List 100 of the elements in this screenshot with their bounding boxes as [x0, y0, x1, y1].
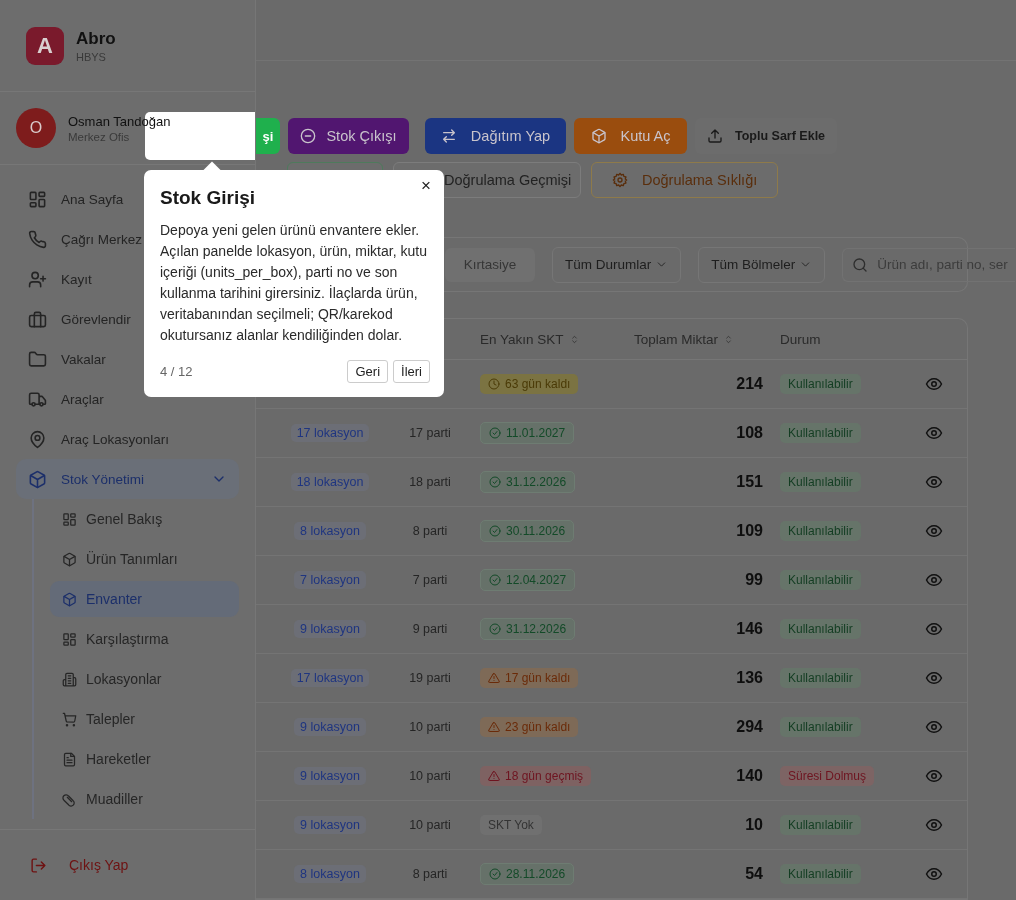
expiry-badge: SKT Yok: [480, 815, 542, 835]
batch-count: 9 parti: [412, 622, 448, 636]
location-count[interactable]: 9 lokasyon: [294, 620, 366, 638]
quantity: 10: [745, 816, 763, 833]
status-badge: Kullanılabilir: [780, 864, 861, 884]
status-badge: Kullanılabilir: [780, 619, 861, 639]
cube-icon: [62, 551, 77, 567]
status-badge: Kullanılabilir: [780, 374, 861, 394]
sidebar-subitem[interactable]: Muadiller: [50, 781, 239, 817]
action-button[interactable]: Dağıtım Yap: [425, 118, 566, 154]
briefcase-icon: [28, 309, 47, 329]
sidebar-subitem[interactable]: Hareketler: [50, 741, 239, 777]
expiry-badge: 23 gün kaldı: [480, 717, 579, 737]
action-button[interactable]: Stok Çıkışı: [288, 118, 409, 154]
quantity: 294: [736, 718, 763, 735]
location-count[interactable]: 8 lokasyon: [294, 865, 366, 883]
eye-icon[interactable]: [924, 375, 943, 393]
filter-dropdown[interactable]: Tüm Bölmeler: [698, 246, 826, 283]
status-badge: Kullanılabilir: [780, 717, 861, 737]
status-badge: Kullanılabilir: [780, 570, 861, 590]
eye-icon[interactable]: [924, 522, 943, 540]
quantity: 109: [736, 522, 763, 539]
quantity: 151: [736, 473, 763, 490]
sidebar-item[interactable]: Araç Lokasyonları: [16, 419, 239, 459]
column-header[interactable]: Toplam Miktar: [624, 331, 768, 347]
location-count[interactable]: 9 lokasyon: [294, 767, 366, 785]
check-circle-icon: [489, 868, 501, 880]
minus-circle-icon: [300, 128, 317, 144]
check-circle-icon: [489, 574, 501, 586]
logout-link[interactable]: Çıkış Yap: [0, 829, 255, 900]
back-button[interactable]: Geri: [347, 360, 389, 383]
cube-icon: [28, 469, 47, 489]
warning-icon: [488, 721, 500, 733]
check-circle-icon: [489, 427, 501, 439]
column-header[interactable]: Durum: [768, 331, 900, 347]
column-header[interactable]: En Yakın SKT: [456, 331, 624, 347]
filter-chip[interactable]: Kırtasiye: [445, 247, 535, 282]
sidebar-item[interactable]: Stok Yönetimi: [16, 459, 239, 499]
batch-count: 8 parti: [412, 524, 448, 538]
expiry-badge: 63 gün kaldı: [480, 374, 579, 394]
quantity: 140: [736, 767, 763, 784]
cube-icon: [590, 128, 607, 144]
app-name: Abro: [76, 28, 116, 49]
stock-in-button[interactable]: şi: [256, 118, 280, 154]
swap-arrows-icon: [440, 128, 457, 144]
location-count[interactable]: 17 lokasyon: [290, 424, 370, 442]
quantity: 146: [736, 620, 763, 637]
app-logo: A: [26, 26, 64, 65]
cube-icon: [62, 591, 77, 607]
eye-icon[interactable]: [924, 571, 943, 589]
cart-icon: [62, 711, 77, 727]
status-badge: Kullanılabilir: [780, 521, 861, 541]
map-pin-icon: [28, 429, 47, 449]
eye-icon[interactable]: [924, 767, 943, 785]
action-button[interactable]: Kutu Aç: [574, 118, 687, 154]
sidebar-subitem[interactable]: Karşılaştırma: [50, 621, 239, 657]
warning-icon: [488, 770, 500, 782]
location-count[interactable]: 17 lokasyon: [290, 669, 370, 687]
filter-dropdown[interactable]: Tüm Durumlar: [552, 246, 682, 283]
status-badge: Kullanılabilir: [780, 815, 861, 835]
quantity: 99: [745, 571, 763, 588]
pill-icon: [62, 791, 77, 807]
status-badge: Kullanılabilir: [780, 423, 861, 443]
quantity: 54: [745, 865, 763, 882]
quantity: 136: [736, 669, 763, 686]
sidebar-subitem[interactable]: Lokasyonlar: [50, 661, 239, 697]
expiry-badge: 17 gün kaldı: [480, 668, 579, 688]
batch-count: 18 parti: [409, 475, 451, 489]
location-count[interactable]: 9 lokasyon: [294, 718, 366, 736]
sidebar-subitem[interactable]: Ürün Tanımları: [50, 541, 239, 577]
eye-icon[interactable]: [924, 424, 943, 442]
eye-icon[interactable]: [924, 816, 943, 834]
eye-icon[interactable]: [924, 865, 943, 883]
next-button[interactable]: İleri: [393, 360, 430, 383]
logout-icon: [30, 856, 47, 874]
close-button[interactable]: ×: [417, 176, 435, 196]
sidebar-subitem[interactable]: Talepler: [50, 701, 239, 737]
location-count[interactable]: 9 lokasyon: [294, 816, 366, 834]
eye-icon[interactable]: [924, 473, 943, 491]
status-badge: Kullanılabilir: [780, 472, 861, 492]
batch-count: 19 parti: [409, 671, 451, 685]
popover-title: Stok Girişi: [160, 187, 257, 209]
expiry-badge: 28.11.2026: [480, 863, 575, 885]
action-button[interactable]: Doğrulama Sıklığı: [591, 162, 779, 198]
batch-count: 10 parti: [409, 818, 451, 832]
popover-text: Depoya yeni gelen ürünü envantere ekler. Açılan panelde lokasyon, ürün, miktar, kutu içeriği (units_per_box), parti no ve son kullanma tarihini girersiniz. İlaçlarda ürün, veritabanından seçilmeli; QR/karekod okutursanız alanlar kendiliğinden dolar.: [160, 221, 428, 345]
eye-icon[interactable]: [924, 620, 943, 638]
location-count[interactable]: 8 lokasyon: [294, 522, 366, 540]
location-count[interactable]: 18 lokasyon: [290, 473, 370, 491]
sidebar-subitem[interactable]: Genel Bakış: [50, 501, 239, 537]
grid-icon: [28, 189, 47, 209]
eye-icon[interactable]: [924, 718, 943, 736]
location-count[interactable]: 7 lokasyon: [294, 571, 366, 589]
check-circle-icon: [489, 623, 501, 635]
expiry-badge: 18 gün geçmiş: [480, 766, 592, 786]
sidebar-subitem[interactable]: Envanter: [50, 581, 239, 617]
check-circle-icon: [489, 525, 501, 537]
eye-icon[interactable]: [924, 669, 943, 687]
sidebar-item[interactable]: Araçlar: [16, 379, 239, 419]
batch-count: 17 parti: [409, 426, 451, 440]
